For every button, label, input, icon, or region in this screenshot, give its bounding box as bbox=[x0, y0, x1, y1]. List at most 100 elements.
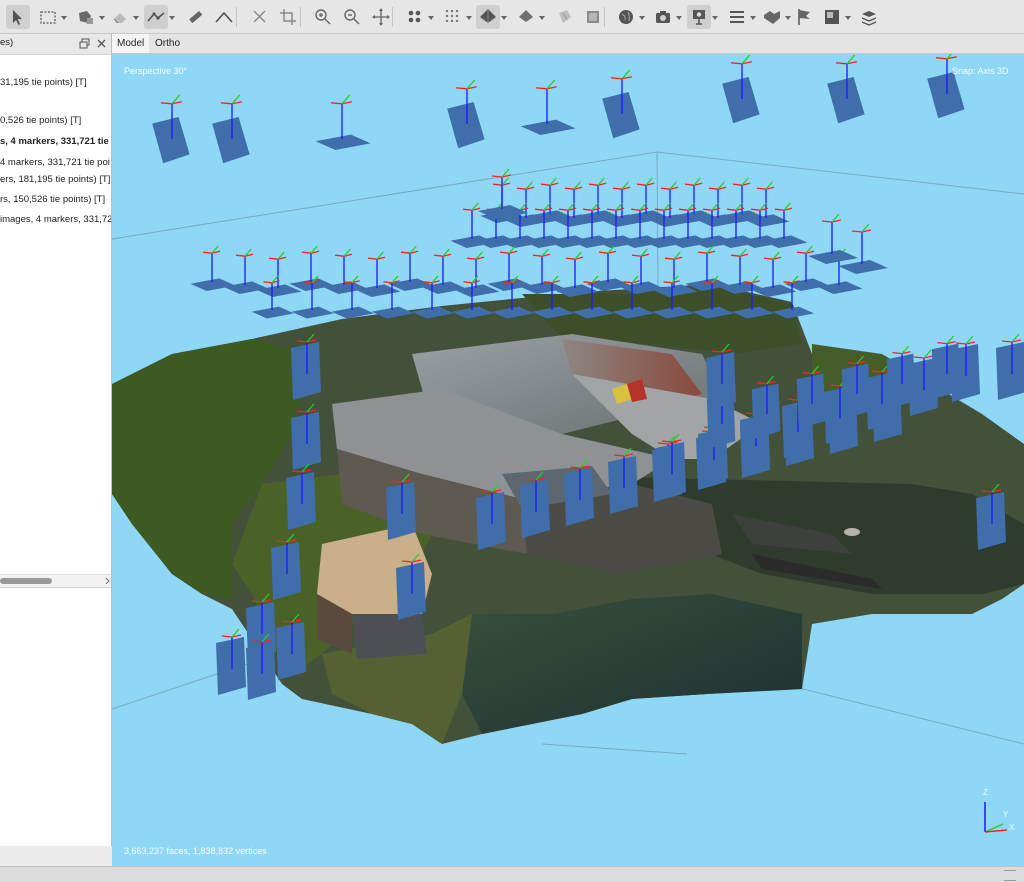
handshake-tool[interactable] bbox=[760, 5, 791, 29]
camera-marker[interactable] bbox=[331, 275, 375, 319]
camera-marker[interactable] bbox=[478, 168, 528, 219]
camera-marker[interactable] bbox=[886, 345, 916, 409]
model-scene[interactable] bbox=[112, 54, 1024, 866]
camera-marker[interactable] bbox=[838, 223, 888, 274]
flag-tool[interactable] bbox=[792, 5, 816, 29]
camera-marker[interactable] bbox=[672, 177, 718, 223]
model-viewport[interactable]: Perspective 30° Snap: Axis 3D 3,663,237 … bbox=[112, 54, 1024, 866]
image-tool[interactable] bbox=[820, 5, 851, 29]
camera-marker[interactable] bbox=[722, 54, 760, 124]
tab-ortho[interactable]: Ortho bbox=[150, 34, 185, 53]
globe-tool[interactable] bbox=[614, 5, 645, 29]
dropdown-caret-icon[interactable] bbox=[501, 16, 507, 20]
zoom-in-tool[interactable] bbox=[311, 5, 335, 29]
camera-marker[interactable] bbox=[388, 245, 434, 291]
scroll-right-arrow-icon[interactable] bbox=[105, 578, 110, 584]
model-shaded-tool[interactable] bbox=[514, 5, 545, 29]
dropdown-caret-icon[interactable] bbox=[845, 16, 851, 20]
camera-marker[interactable] bbox=[576, 177, 622, 223]
navigate-tool[interactable] bbox=[369, 5, 393, 29]
dropdown-caret-icon[interactable] bbox=[539, 16, 545, 20]
camera-marker[interactable] bbox=[602, 69, 640, 139]
points-tool[interactable] bbox=[403, 5, 434, 29]
dropdown-caret-icon[interactable] bbox=[99, 16, 105, 20]
dropdown-caret-icon[interactable] bbox=[639, 16, 645, 20]
workspace-tree-item[interactable]: 31,195 tie points) [T] bbox=[0, 76, 87, 90]
dropdown-caret-icon[interactable] bbox=[750, 16, 756, 20]
dense-points-tool[interactable] bbox=[441, 5, 472, 29]
zoom-out-tool[interactable] bbox=[340, 5, 364, 29]
dropdown-caret-icon[interactable] bbox=[712, 16, 718, 20]
float-panel-icon[interactable] bbox=[79, 38, 90, 49]
workspace-tree-item[interactable]: images, 4 markers, 331,721 bbox=[0, 213, 111, 227]
camera-marker[interactable] bbox=[256, 251, 302, 297]
camera-marker[interactable] bbox=[808, 213, 858, 264]
tiled-model-tool[interactable] bbox=[553, 5, 577, 29]
rectangle-selection-tool[interactable] bbox=[36, 5, 67, 29]
camera-marker[interactable] bbox=[355, 251, 401, 297]
camera-marker[interactable] bbox=[520, 79, 576, 135]
resize-grip-icon[interactable] bbox=[1004, 870, 1016, 881]
camera-marker[interactable] bbox=[487, 245, 533, 291]
dropdown-caret-icon[interactable] bbox=[466, 16, 472, 20]
camera-marker[interactable] bbox=[322, 248, 368, 294]
select-tool[interactable] bbox=[6, 5, 30, 29]
dropdown-caret-icon[interactable] bbox=[61, 16, 67, 20]
camera-marker[interactable] bbox=[528, 177, 574, 223]
camera-marker[interactable] bbox=[751, 251, 797, 297]
dropdown-caret-icon[interactable] bbox=[133, 16, 139, 20]
camera-marker[interactable] bbox=[931, 335, 961, 399]
camera-marker[interactable] bbox=[190, 245, 236, 291]
texture-tool[interactable] bbox=[581, 5, 605, 29]
eraser-tool[interactable] bbox=[108, 5, 139, 29]
camera-marker[interactable] bbox=[827, 54, 865, 124]
camera-marker[interactable] bbox=[421, 248, 467, 294]
camera-marker[interactable] bbox=[315, 94, 371, 150]
workspace-tree-item[interactable]: es) bbox=[0, 36, 13, 50]
polyline-tool[interactable] bbox=[144, 5, 175, 29]
workspace-tree-item[interactable]: ers, 181,195 tie points) [T] bbox=[0, 173, 110, 187]
camera-marker[interactable] bbox=[927, 54, 965, 119]
workspace-tree-item[interactable]: s, 4 markers, 331,721 tie p bbox=[0, 135, 111, 149]
camera-tool[interactable] bbox=[651, 5, 682, 29]
ruler-tool[interactable] bbox=[183, 5, 207, 29]
align-tool[interactable] bbox=[725, 5, 756, 29]
camera-marker[interactable] bbox=[652, 251, 698, 297]
workspace-tree-item[interactable]: 0,526 tie points) [T] bbox=[0, 114, 81, 128]
horizontal-scrollbar[interactable] bbox=[0, 574, 111, 587]
draw-line-tool[interactable] bbox=[212, 5, 236, 29]
delete-tool[interactable] bbox=[248, 5, 272, 29]
camera-marker[interactable] bbox=[586, 245, 632, 291]
close-panel-icon[interactable] bbox=[96, 38, 107, 49]
tab-model[interactable]: Model bbox=[112, 34, 150, 53]
camera-marker[interactable] bbox=[718, 248, 764, 294]
shape-tool[interactable] bbox=[74, 5, 105, 29]
camera-marker[interactable] bbox=[624, 177, 670, 223]
camera-marker[interactable] bbox=[454, 251, 500, 297]
crop-tool[interactable] bbox=[276, 5, 300, 29]
layers-tool[interactable] bbox=[857, 5, 881, 29]
camera-marker[interactable] bbox=[223, 248, 269, 294]
camera-marker[interactable] bbox=[762, 202, 808, 248]
camera-marker[interactable] bbox=[720, 177, 766, 223]
camera-marker[interactable] bbox=[216, 628, 246, 695]
dropdown-caret-icon[interactable] bbox=[785, 16, 791, 20]
camera-marker[interactable] bbox=[212, 94, 250, 164]
camera-marker[interactable] bbox=[447, 79, 485, 149]
camera-marker[interactable] bbox=[251, 275, 295, 319]
dropdown-caret-icon[interactable] bbox=[169, 16, 175, 20]
show-cameras-tool[interactable] bbox=[687, 5, 718, 29]
camera-marker[interactable] bbox=[996, 333, 1024, 400]
camera-marker[interactable] bbox=[784, 245, 830, 291]
camera-marker[interactable] bbox=[685, 245, 731, 291]
workspace-tree-item[interactable]: rs, 150,526 tie points) [T] bbox=[0, 193, 105, 207]
scrollbar-thumb[interactable] bbox=[0, 578, 52, 584]
camera-marker[interactable] bbox=[152, 94, 190, 164]
camera-marker[interactable] bbox=[451, 275, 495, 319]
workspace-tree-item[interactable]: 4 markers, 331,721 tie poi bbox=[0, 156, 110, 170]
camera-marker[interactable] bbox=[744, 181, 790, 227]
model-solid-tool[interactable] bbox=[476, 5, 507, 29]
camera-marker[interactable] bbox=[520, 248, 566, 294]
dropdown-caret-icon[interactable] bbox=[428, 16, 434, 20]
dropdown-caret-icon[interactable] bbox=[676, 16, 682, 20]
